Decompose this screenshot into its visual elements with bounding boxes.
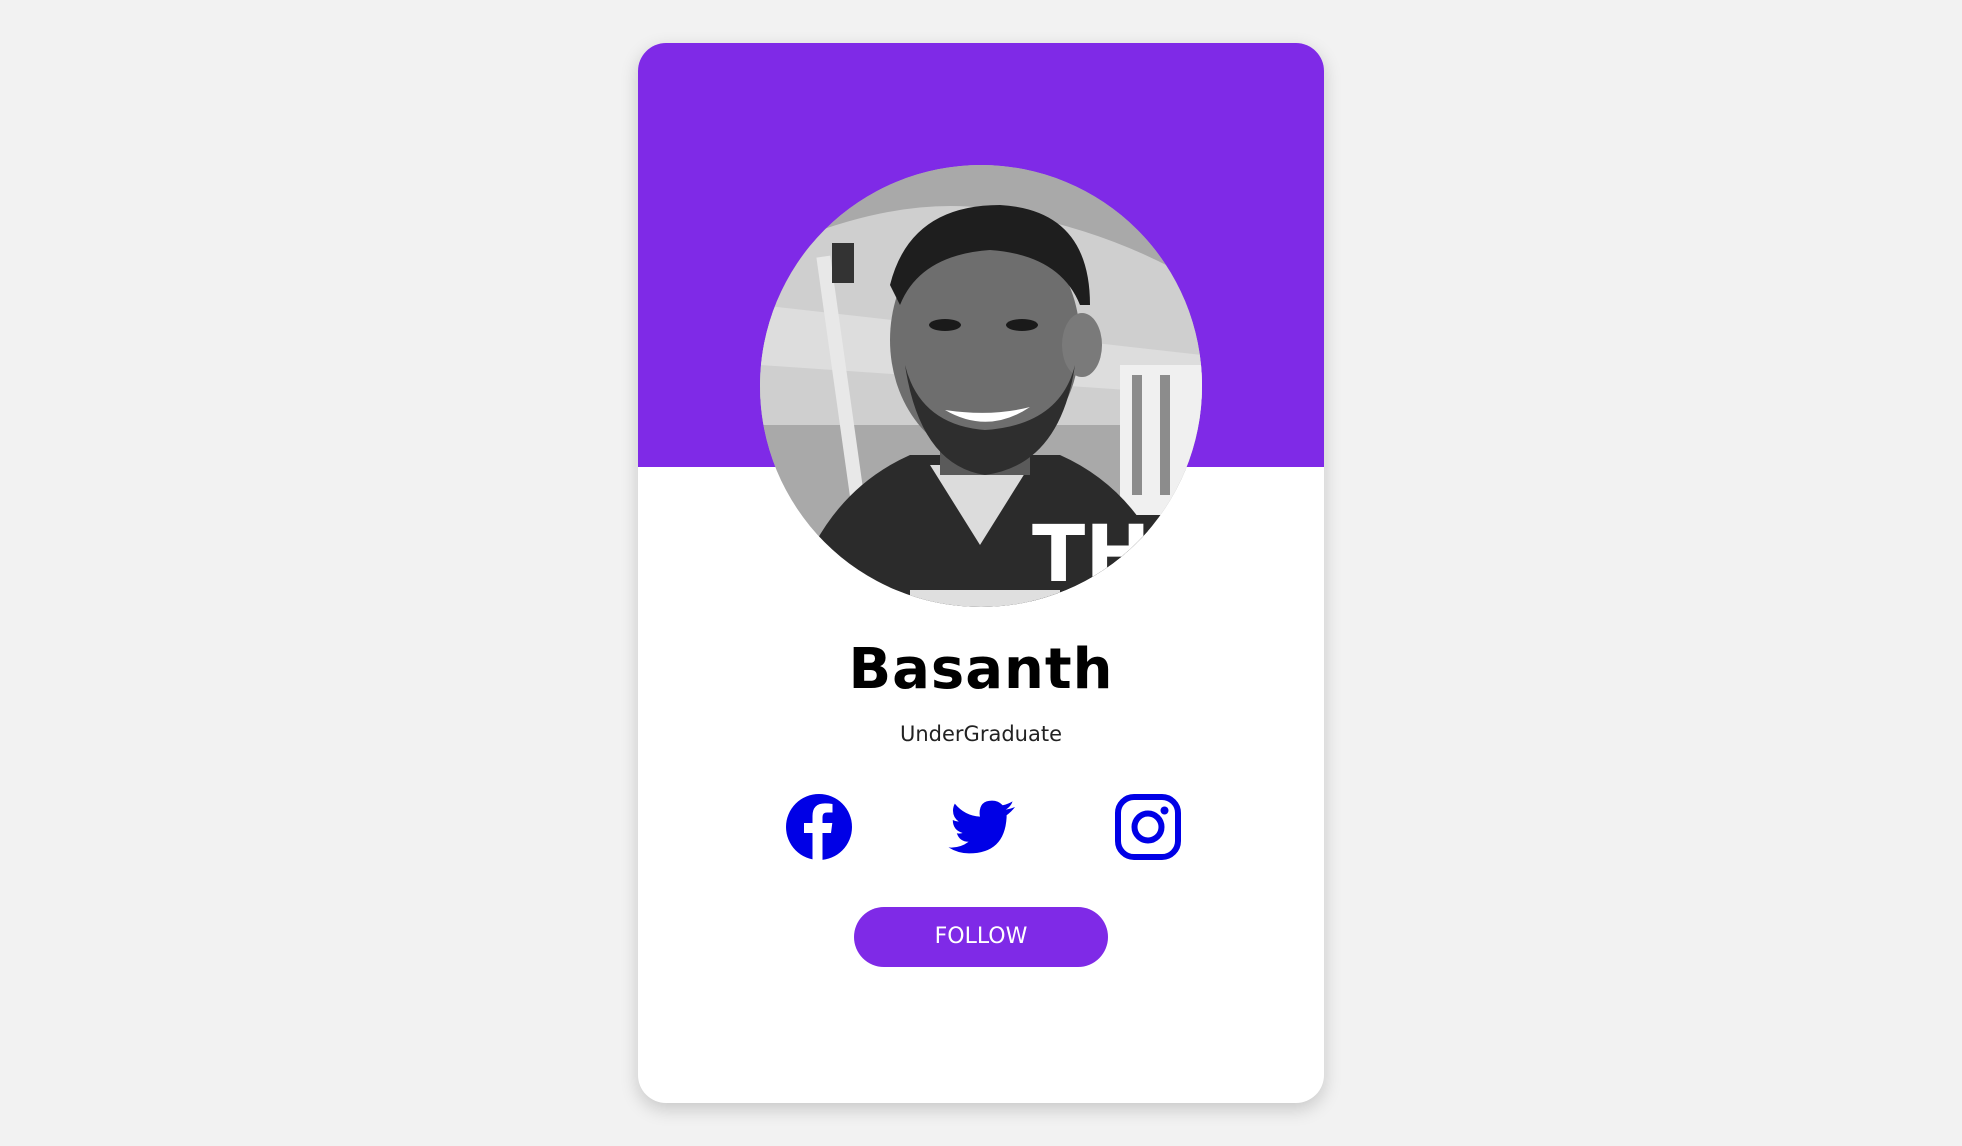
facebook-icon: [786, 794, 852, 860]
profile-photo: THE: [760, 165, 1202, 607]
twitter-link[interactable]: [947, 791, 1019, 863]
follow-button[interactable]: FOLLOW: [854, 907, 1108, 967]
facebook-link[interactable]: [783, 791, 855, 863]
photo-overlay-text: THE: [1032, 510, 1202, 600]
instagram-link[interactable]: [1112, 791, 1184, 863]
profile-name: Basanth: [848, 637, 1114, 702]
profile-avatar: THE: [760, 165, 1202, 607]
instagram-icon: [1115, 794, 1181, 860]
twitter-icon: [948, 800, 1015, 854]
profile-role: UnderGraduate: [899, 722, 1062, 746]
profile-card: THE Basanth UnderGraduate FOLLOW: [638, 43, 1324, 1103]
